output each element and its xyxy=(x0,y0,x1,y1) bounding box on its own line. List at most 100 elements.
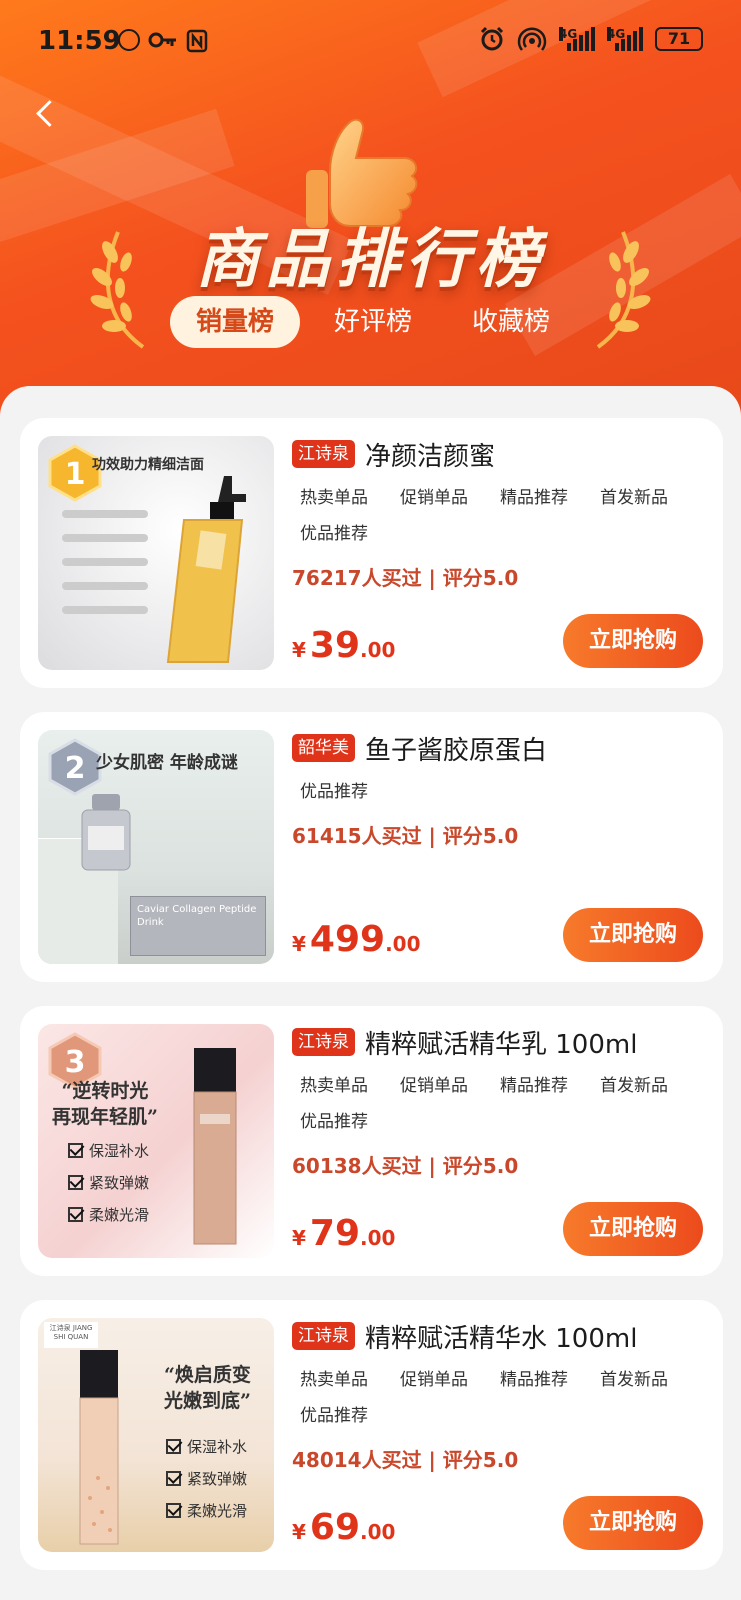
product-box-image: Caviar Collagen Peptide Drink xyxy=(130,896,266,956)
image-headline: 少女肌密 年龄成谜 xyxy=(96,753,238,773)
sales-stats: 76217人买过 | 评分5.0 xyxy=(292,566,519,590)
product-tags: 热卖单品 促销单品 精品推荐 首发新品 优品推荐 xyxy=(292,1366,702,1438)
status-time: 11:59 xyxy=(38,26,121,56)
checkbox-icon xyxy=(166,1503,181,1518)
product-card[interactable]: 1 功效助力精细洁面 江诗泉 净颜洁颜蜜 热卖单品 促销单品 精品推荐 首发新品… xyxy=(20,418,723,688)
currency-symbol: ¥ xyxy=(292,1226,306,1250)
product-card[interactable]: 江诗泉 JIANG SHI QUAN “焕启质变 光嫩到底” 保湿补水 紧致弹嫩… xyxy=(20,1300,723,1570)
product-bottle-image xyxy=(193,1048,237,1245)
status-bar: 11:59 4G 4G 71 xyxy=(0,0,741,84)
product-tag: 促销单品 xyxy=(400,1076,468,1096)
product-tags: 热卖单品 促销单品 精品推荐 首发新品 优品推荐 xyxy=(292,484,702,556)
image-check-item: 紧致弹嫩 xyxy=(166,1468,247,1489)
product-tag: 首发新品 xyxy=(600,1076,668,1096)
laurel-right-icon xyxy=(596,231,651,349)
key-icon xyxy=(148,32,176,48)
signal-label: 4G xyxy=(607,27,626,41)
buy-now-button[interactable]: 立即抢购 xyxy=(563,614,703,668)
product-name[interactable]: 净颜洁颜蜜 xyxy=(365,436,495,473)
nfc-icon xyxy=(186,29,208,53)
product-tag: 优品推荐 xyxy=(300,782,368,802)
image-headline: “逆转时光 再现年轻肌” xyxy=(52,1080,158,1128)
battery-indicator: 71 xyxy=(655,27,703,51)
product-image[interactable]: 1 功效助力精细洁面 xyxy=(38,436,274,670)
checkbox-icon xyxy=(68,1207,83,1222)
check-label: 紧致弹嫩 xyxy=(187,1470,248,1488)
sales-stats: 48014人买过 | 评分5.0 xyxy=(292,1448,519,1472)
product-price: ¥ 69 .00 xyxy=(292,1507,395,1548)
product-tag: 热卖单品 xyxy=(300,1076,368,1096)
product-image[interactable]: 2 少女肌密 年龄成谜 Caviar Collagen Peptide Drin… xyxy=(38,730,274,964)
buy-now-button[interactable]: 立即抢购 xyxy=(563,1496,703,1550)
product-bottle-image xyxy=(81,794,131,871)
product-image[interactable]: 江诗泉 JIANG SHI QUAN “焕启质变 光嫩到底” 保湿补水 紧致弹嫩… xyxy=(38,1318,274,1552)
check-label: 紧致弹嫩 xyxy=(89,1174,150,1192)
product-title-row: 江诗泉 精粹赋活精华乳 100ml xyxy=(292,1024,712,1060)
check-label: 保湿补水 xyxy=(89,1142,150,1160)
product-info: 江诗泉 精粹赋活精华水 100ml 热卖单品 促销单品 精品推荐 首发新品 优品… xyxy=(292,1318,712,1473)
checkbox-icon xyxy=(166,1471,181,1486)
product-card[interactable]: 2 少女肌密 年龄成谜 Caviar Collagen Peptide Drin… xyxy=(20,712,723,982)
product-tag: 精品推荐 xyxy=(500,1076,568,1096)
rank-number: 1 xyxy=(65,457,86,492)
price-integer: 39 xyxy=(309,625,361,666)
status-left-icons xyxy=(118,29,208,53)
price-integer: 499 xyxy=(309,919,386,960)
buy-now-button[interactable]: 立即抢购 xyxy=(563,1202,703,1256)
product-tag: 首发新品 xyxy=(600,1370,668,1390)
price-decimal: .00 xyxy=(360,1520,396,1544)
product-box-text: Caviar Collagen Peptide Drink xyxy=(137,904,257,928)
price-decimal: .00 xyxy=(385,932,421,956)
signal-icon: 4G xyxy=(559,27,595,51)
product-price: ¥ 79 .00 xyxy=(292,1213,395,1254)
back-button[interactable] xyxy=(28,96,64,132)
product-title-row: 江诗泉 净颜洁颜蜜 xyxy=(292,436,712,472)
hotspot-icon xyxy=(517,27,547,51)
currency-symbol: ¥ xyxy=(292,638,306,662)
sales-stats: 61415人买过 | 评分5.0 xyxy=(292,824,519,848)
currency-symbol: ¥ xyxy=(292,932,306,956)
image-check-item: 保湿补水 xyxy=(68,1140,149,1161)
brand-tag: 江诗泉 xyxy=(292,1322,355,1350)
product-tag: 优品推荐 xyxy=(300,1406,368,1426)
product-name[interactable]: 鱼子酱胶原蛋白 xyxy=(365,730,547,767)
buy-now-button[interactable]: 立即抢购 xyxy=(563,908,703,962)
product-tag: 促销单品 xyxy=(400,488,468,508)
product-card[interactable]: 3 “逆转时光 再现年轻肌” 保湿补水 紧致弹嫩 柔嫩光滑 江诗泉 精粹赋活精华… xyxy=(20,1006,723,1276)
product-tag: 热卖单品 xyxy=(300,1370,368,1390)
tab-favorites[interactable]: 收藏榜 xyxy=(446,296,576,348)
check-label: 保湿补水 xyxy=(187,1438,248,1456)
product-tags: 优品推荐 xyxy=(292,778,702,814)
notification-icon xyxy=(118,29,140,51)
price-decimal: .00 xyxy=(360,1226,396,1250)
currency-symbol: ¥ xyxy=(292,1520,306,1544)
brand-tag: 韶华美 xyxy=(292,734,355,762)
product-name[interactable]: 精粹赋活精华乳 100ml xyxy=(365,1024,637,1061)
signal-icon: 4G xyxy=(607,27,643,51)
product-info: 江诗泉 精粹赋活精华乳 100ml 热卖单品 促销单品 精品推荐 首发新品 优品… xyxy=(292,1024,712,1179)
brand-tag: 江诗泉 xyxy=(292,1028,355,1056)
brand-logo-image: 江诗泉 JIANG SHI QUAN xyxy=(44,1322,98,1348)
product-title-row: 韶华美 鱼子酱胶原蛋白 xyxy=(292,730,712,766)
rank-number: 2 xyxy=(65,751,86,786)
product-price: ¥ 39 .00 xyxy=(292,625,395,666)
check-label: 柔嫩光滑 xyxy=(187,1502,248,1520)
product-info: 韶华美 鱼子酱胶原蛋白 优品推荐 61415人买过 | 评分5.0 xyxy=(292,730,712,849)
alarm-icon xyxy=(480,26,504,51)
image-check-item: 保湿补水 xyxy=(166,1436,247,1457)
product-info: 江诗泉 净颜洁颜蜜 热卖单品 促销单品 精品推荐 首发新品 优品推荐 76217… xyxy=(292,436,712,591)
image-check-item: 柔嫩光滑 xyxy=(166,1500,247,1521)
product-bottle-image xyxy=(166,476,246,663)
brand-tag: 江诗泉 xyxy=(292,440,355,468)
check-label: 柔嫩光滑 xyxy=(89,1206,150,1224)
tab-sales[interactable]: 销量榜 xyxy=(170,296,301,348)
checkbox-icon xyxy=(68,1143,83,1158)
tab-reviews[interactable]: 好评榜 xyxy=(308,296,438,348)
product-tag: 热卖单品 xyxy=(300,488,368,508)
product-tag: 优品推荐 xyxy=(300,524,368,544)
product-tags: 热卖单品 促销单品 精品推荐 首发新品 优品推荐 xyxy=(292,1072,702,1144)
signal-label: 4G xyxy=(559,27,578,41)
product-name[interactable]: 精粹赋活精华水 100ml xyxy=(365,1318,637,1355)
product-image[interactable]: 3 “逆转时光 再现年轻肌” 保湿补水 紧致弹嫩 柔嫩光滑 xyxy=(38,1024,274,1258)
product-tag: 精品推荐 xyxy=(500,488,568,508)
